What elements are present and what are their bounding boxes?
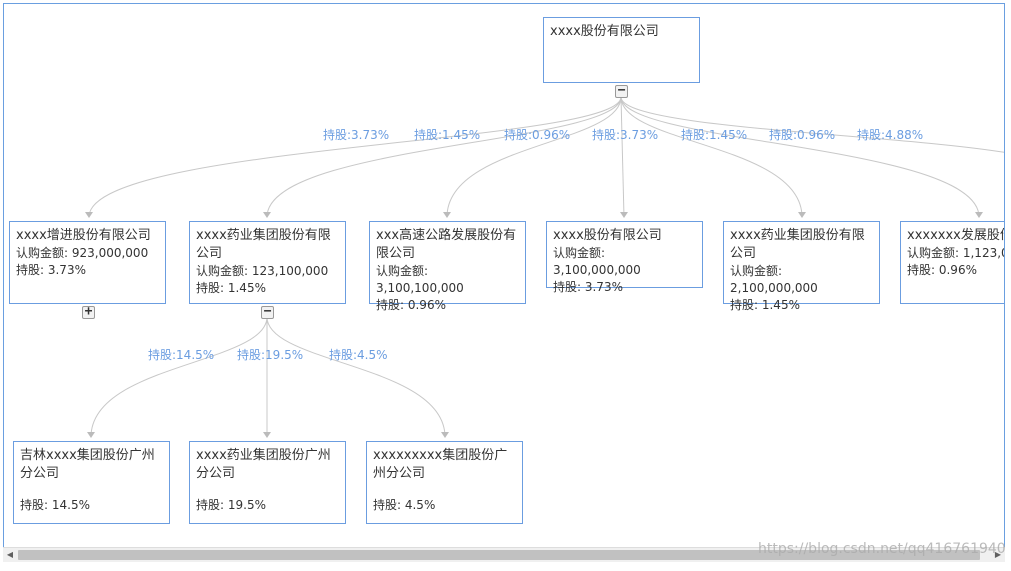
company-node[interactable]: xxxx药业集团股份有限公司 认购金额: 123,100,000 持股: 1.4… (189, 221, 346, 304)
company-node[interactable]: xxx高速公路发展股份有限公司 认购金额: 3,100,100,000 持股: … (369, 221, 526, 312)
edge-label-l1-1: 持股:3.73% (323, 128, 390, 142)
subscription-amount: 认购金额: 3,100,100,000 (376, 264, 464, 295)
subscription-amount: 认购金额: 1,123,000,000 (907, 246, 1004, 260)
edge-label-l2-1: 持股:14.5% (148, 348, 215, 362)
shareholding: 持股: 0.96% (376, 298, 446, 312)
shareholding: 持股: 1.45% (196, 281, 266, 295)
shareholding: 持股: 3.73% (553, 280, 623, 294)
shareholding: 持股: 4.5% (373, 498, 436, 512)
branch-node[interactable]: 吉林xxxx集团股份广州分公司 持股: 14.5% (13, 441, 170, 524)
company-name: xxxx药业集团股份有限公司 (730, 228, 865, 261)
branch-node[interactable]: xxxx药业集团股份广州分公司 持股: 19.5% (189, 441, 346, 524)
shareholding: 持股: 0.96% (907, 263, 977, 277)
watermark-text: https://blog.csdn.net/qq416761940 (758, 541, 1006, 557)
shareholding: 持股: 1.45% (730, 298, 800, 312)
org-chart-canvas[interactable]: xxxx股份有限公司 − 持股:3.73% 持股:1.45% 持股:0.96% … (3, 3, 1005, 548)
company-node[interactable]: xxxx增进股份有限公司 认购金额: 923,000,000 持股: 3.73% (9, 221, 166, 304)
branch-node[interactable]: xxxxxxxxx集团股份广州分公司 持股: 4.5% (366, 441, 523, 524)
edge-n2-l2-1 (90, 316, 268, 438)
subscription-amount: 认购金额: 123,100,000 (196, 264, 329, 278)
branch-name: 吉林xxxx集团股份广州分公司 (20, 448, 155, 481)
branch-name: xxxxxxxxx集团股份广州分公司 (373, 448, 508, 481)
expand-node-button[interactable]: + (82, 305, 95, 319)
edge-label-l1-3: 持股:0.96% (504, 128, 571, 142)
company-name: xxxxxxx发展股份有限公司 (907, 228, 1004, 243)
shareholding: 持股: 19.5% (196, 498, 266, 512)
edge-label-l2-3: 持股:4.5% (329, 348, 388, 362)
company-name: xxxx药业集团股份有限公司 (196, 228, 331, 261)
root-company-name: xxxx股份有限公司 (550, 24, 659, 39)
edge-root-l1-5 (620, 96, 803, 218)
edge-root-l1-6 (620, 96, 980, 218)
collapse-node-button[interactable]: − (261, 305, 274, 319)
subscription-amount: 认购金额: 2,100,000,000 (730, 264, 818, 295)
edge-root-l1-1 (88, 96, 622, 218)
shareholding: 持股: 14.5% (20, 498, 90, 512)
collapse-root-button[interactable]: − (615, 84, 628, 98)
company-node[interactable]: xxxx药业集团股份有限公司 认购金额: 2,100,000,000 持股: 1… (723, 221, 880, 312)
company-node[interactable]: xxxx股份有限公司 认购金额: 3,100,000,000 持股: 3.73% (546, 221, 703, 294)
branch-name: xxxx药业集团股份广州分公司 (196, 448, 331, 481)
edge-label-l2-2: 持股:19.5% (237, 348, 304, 362)
edge-label-l1-6: 持股:0.96% (769, 128, 836, 142)
subscription-amount: 认购金额: 3,100,000,000 (553, 246, 641, 277)
edge-label-l1-4: 持股:3.73% (592, 128, 659, 142)
subscription-amount: 认购金额: 923,000,000 (16, 246, 149, 260)
edge-label-l1-5: 持股:1.45% (681, 128, 748, 142)
company-name: xxx高速公路发展股份有限公司 (376, 228, 517, 261)
edge-root-l1-4 (620, 96, 625, 218)
company-node[interactable]: xxxxxxx发展股份有限公司 认购金额: 1,123,000,000 持股: … (900, 221, 1004, 304)
edge-label-l1-2: 持股:1.45% (414, 128, 481, 142)
scroll-left-icon[interactable]: ◀ (3, 548, 17, 562)
root-company-node[interactable]: xxxx股份有限公司 (543, 17, 700, 83)
company-name: xxxx股份有限公司 (553, 228, 662, 243)
edge-label-l1-7: 持股:4.88% (857, 128, 924, 142)
company-name: xxxx增进股份有限公司 (16, 228, 151, 243)
edge-root-l1-2 (266, 96, 622, 218)
shareholding: 持股: 3.73% (16, 263, 86, 277)
edge-root-l1-3 (446, 96, 622, 218)
edge-n2-l2-3 (266, 316, 446, 438)
